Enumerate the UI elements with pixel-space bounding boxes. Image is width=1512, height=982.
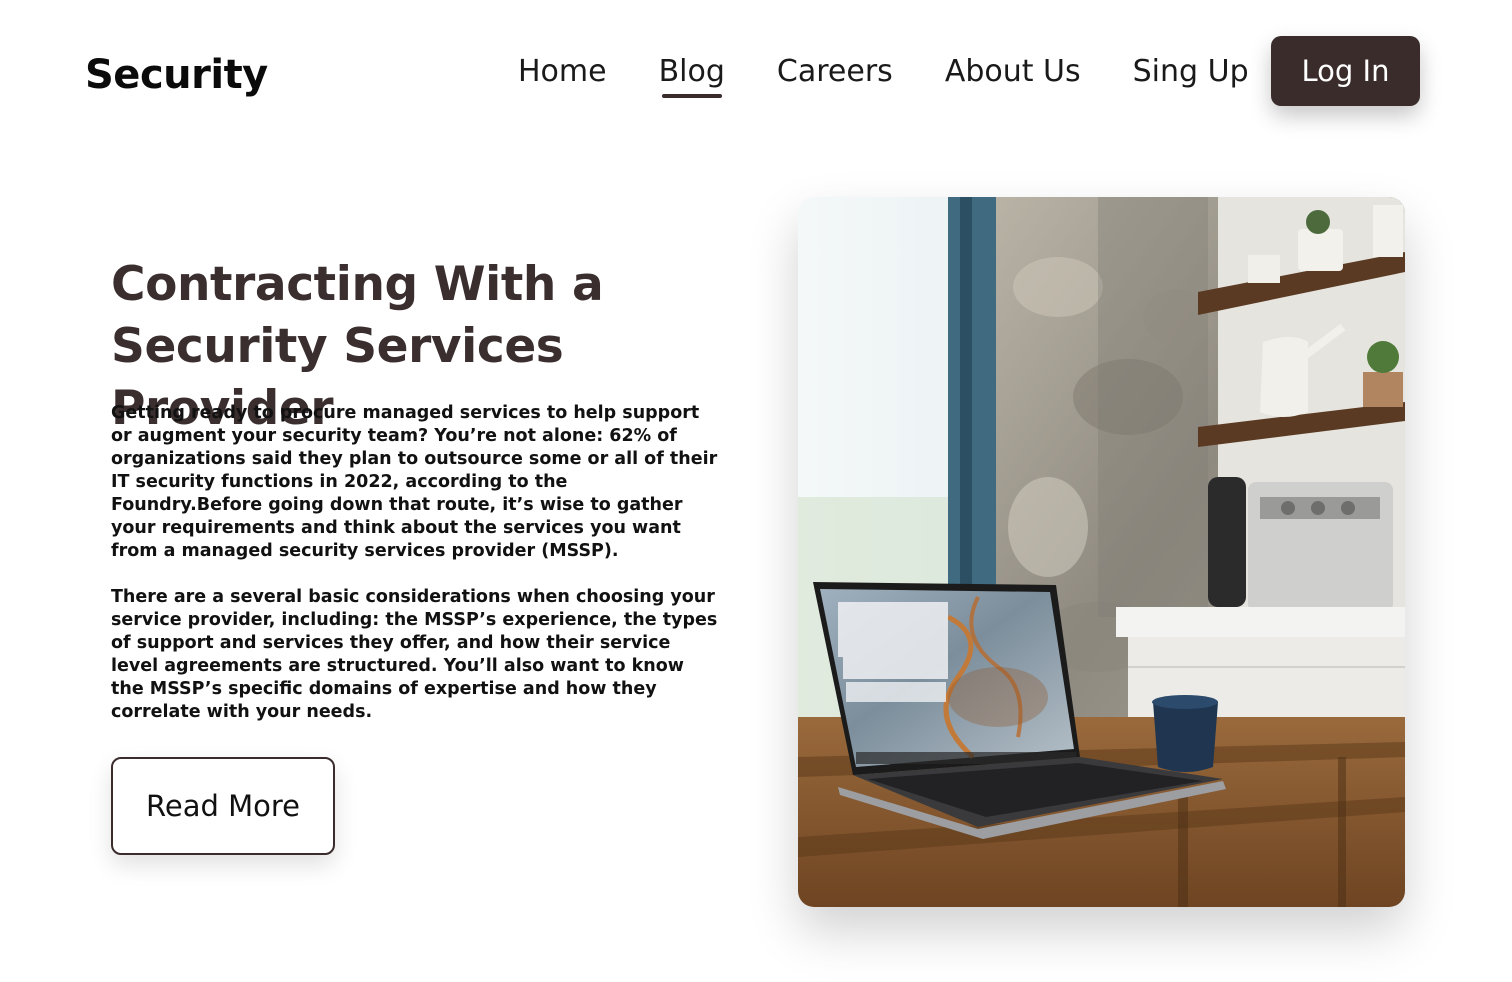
article-paragraph: Getting ready to procure managed service… xyxy=(111,403,718,561)
login-button[interactable]: Log In xyxy=(1271,36,1420,106)
article-body: Getting ready to procure managed service… xyxy=(111,402,721,747)
main-nav: Home Blog Careers About Us Sing Up xyxy=(518,54,1249,98)
nav-item-home[interactable]: Home xyxy=(518,54,607,90)
nav-item-careers[interactable]: Careers xyxy=(777,54,893,90)
article-paragraph: There are a several basic considerations… xyxy=(111,587,718,722)
page: Security Home Blog Careers About Us Sing… xyxy=(0,0,1512,982)
laptop-photo xyxy=(798,197,1405,907)
nav-item-sign-up[interactable]: Sing Up xyxy=(1133,54,1249,90)
logo[interactable]: Security xyxy=(85,52,268,98)
hero-image xyxy=(798,197,1405,907)
read-more-button[interactable]: Read More xyxy=(111,757,335,855)
nav-item-blog[interactable]: Blog xyxy=(659,54,725,98)
nav-item-about-us[interactable]: About Us xyxy=(945,54,1081,90)
